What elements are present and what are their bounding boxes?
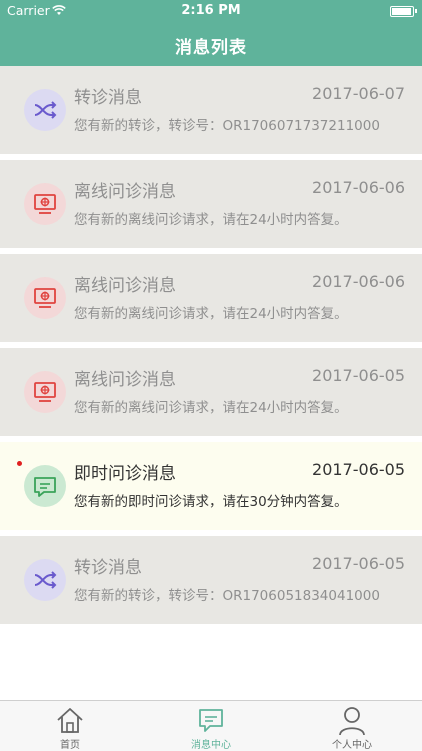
message-description: 您有新的离线问诊请求，请在24小时内答复。 xyxy=(74,306,348,322)
battery-tip xyxy=(415,9,417,13)
message-center-icon xyxy=(199,709,223,732)
message-title: 离线问诊消息 xyxy=(74,276,176,296)
message-title: 离线问诊消息 xyxy=(74,370,176,390)
message-date: 2017-06-05 xyxy=(312,460,405,479)
chat-icon xyxy=(24,465,66,507)
app-header: Carrier 2:16 PM 消息列表 xyxy=(0,0,422,66)
status-bar: Carrier 2:16 PM xyxy=(0,0,422,22)
message-description: 您有新的转诊，转诊号：OR1706051834041000 xyxy=(74,588,380,604)
tab-profile[interactable]: 个人中心 xyxy=(282,701,422,751)
message-date: 2017-06-05 xyxy=(312,554,405,573)
page-title: 消息列表 xyxy=(175,38,247,58)
tab-message-center-label: 消息中心 xyxy=(191,740,231,751)
message-item[interactable]: 转诊消息 2017-06-07 您有新的转诊，转诊号：OR17060717372… xyxy=(0,66,422,154)
monitor-icon xyxy=(24,183,66,225)
message-date: 2017-06-07 xyxy=(312,84,405,103)
tab-profile-label: 个人中心 xyxy=(332,740,372,751)
tab-home-label: 首页 xyxy=(60,740,80,751)
message-item[interactable]: 转诊消息 2017-06-05 您有新的转诊，转诊号：OR17060518340… xyxy=(0,536,422,624)
message-item[interactable]: 离线问诊消息 2017-06-06 您有新的离线问诊请求，请在24小时内答复。 xyxy=(0,160,422,248)
message-title: 即时问诊消息 xyxy=(74,464,176,484)
message-title: 转诊消息 xyxy=(74,558,142,578)
message-description: 您有新的离线问诊请求，请在24小时内答复。 xyxy=(74,400,348,416)
monitor-icon xyxy=(24,277,66,319)
message-date: 2017-06-06 xyxy=(312,178,405,197)
message-item[interactable]: 离线问诊消息 2017-06-05 您有新的离线问诊请求，请在24小时内答复。 xyxy=(0,348,422,436)
message-description: 您有新的转诊，转诊号：OR1706071737211000 xyxy=(74,118,380,134)
transfer-icon xyxy=(24,89,66,131)
tab-bar: 首页 消息中心 个人中心 xyxy=(0,700,422,751)
person-icon xyxy=(339,707,365,736)
message-date: 2017-06-05 xyxy=(312,366,405,385)
unread-dot xyxy=(17,461,22,466)
transfer-icon xyxy=(24,559,66,601)
status-time: 2:16 PM xyxy=(181,3,241,18)
message-title: 转诊消息 xyxy=(74,88,142,108)
message-title: 离线问诊消息 xyxy=(74,182,176,202)
tab-message-center[interactable]: 消息中心 xyxy=(141,701,281,751)
message-item[interactable]: 即时问诊消息 2017-06-05 您有新的即时问诊请求，请在30分钟内答复。 xyxy=(0,442,422,530)
battery-icon xyxy=(390,6,414,17)
message-date: 2017-06-06 xyxy=(312,272,405,291)
home-icon xyxy=(57,708,83,733)
tab-home[interactable]: 首页 xyxy=(0,701,140,751)
monitor-icon xyxy=(24,371,66,413)
message-item[interactable]: 离线问诊消息 2017-06-06 您有新的离线问诊请求，请在24小时内答复。 xyxy=(0,254,422,342)
message-description: 您有新的即时问诊请求，请在30分钟内答复。 xyxy=(74,494,348,510)
message-description: 您有新的离线问诊请求，请在24小时内答复。 xyxy=(74,212,348,228)
